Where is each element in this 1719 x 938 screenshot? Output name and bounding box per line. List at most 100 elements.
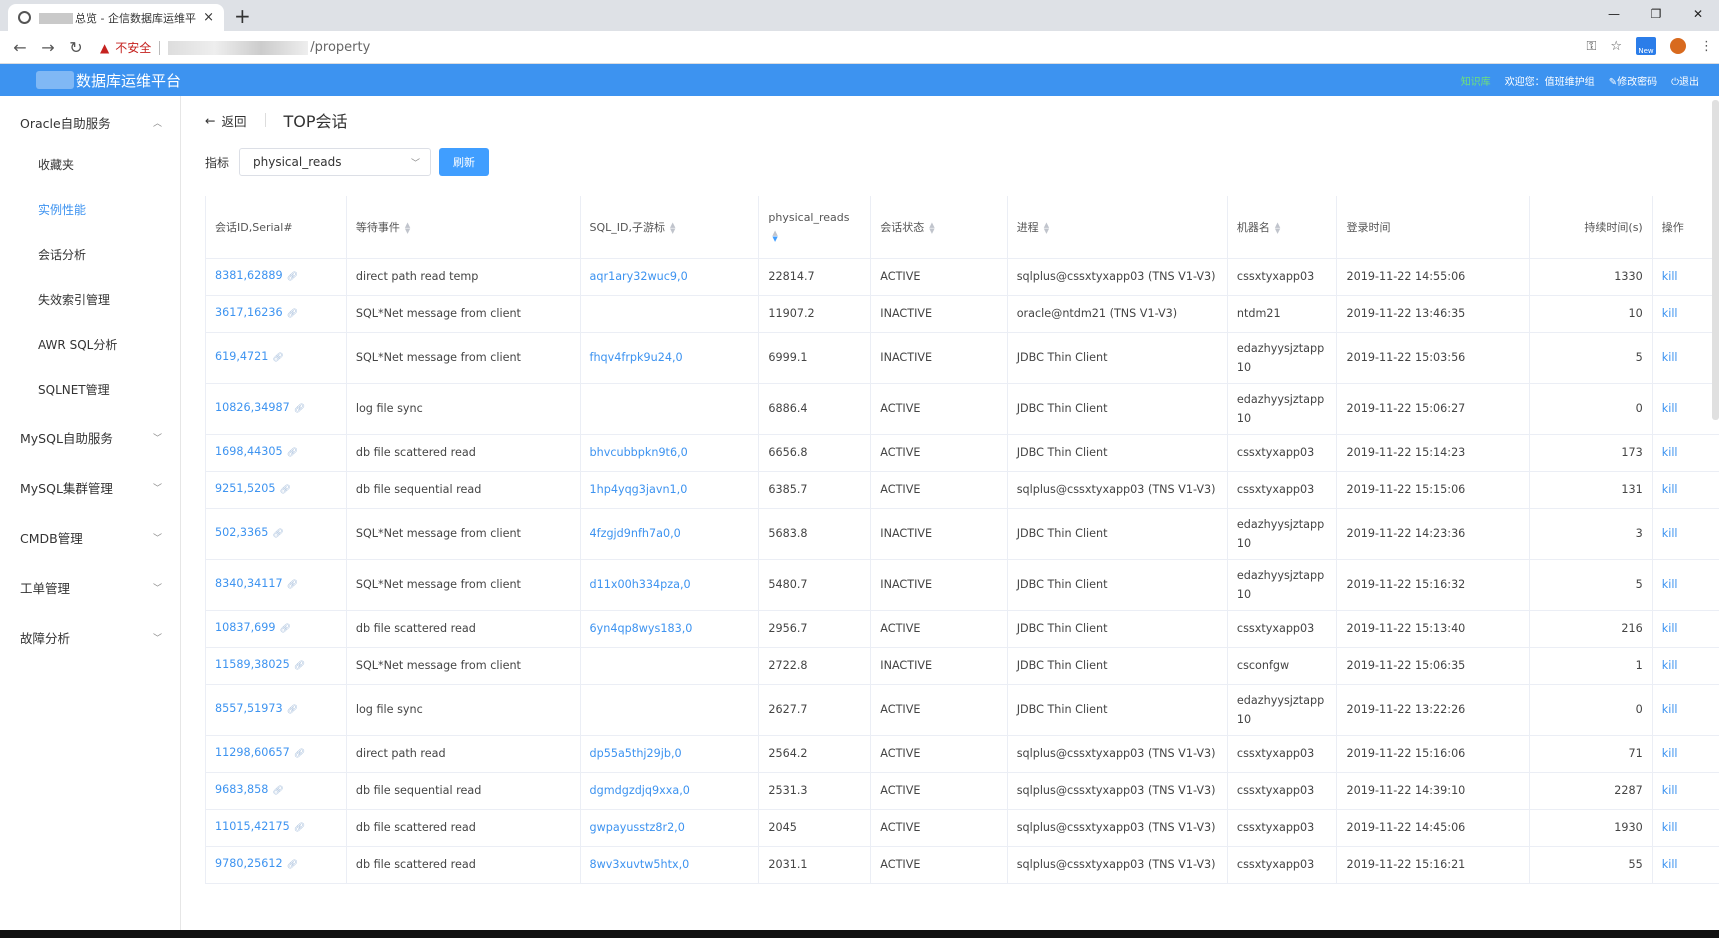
- menu-group-work-order[interactable]: 工单管理 ﹀: [0, 562, 180, 612]
- url-field[interactable]: ▲ 不安全 /property: [100, 35, 1579, 60]
- menu-group-mysql-cluster[interactable]: MySQL集群管理 ﹀: [0, 462, 180, 512]
- refresh-button[interactable]: 刷新: [439, 148, 490, 176]
- sort-icon[interactable]: ▲ ▼: [1275, 221, 1280, 234]
- session-id-link[interactable]: 11298,60657: [215, 746, 290, 759]
- logout-link[interactable]: ⏻退出: [1671, 73, 1699, 88]
- back-button[interactable]: ← 返回: [205, 111, 247, 130]
- change-password-link[interactable]: ✎修改密码: [1609, 73, 1657, 88]
- menu-item-favorites[interactable]: 收藏夹: [0, 142, 180, 187]
- link-icon[interactable]: 🔗︎: [272, 786, 283, 796]
- col-header-machine[interactable]: 机器名 ▲ ▼: [1226, 196, 1338, 259]
- session-id-link[interactable]: 502,3365: [215, 526, 268, 539]
- kill-link[interactable]: kill: [1662, 307, 1678, 320]
- kill-link[interactable]: kill: [1662, 446, 1678, 459]
- sql-id-link[interactable]: dp55a5thj29jb,0: [590, 747, 682, 760]
- sort-icon[interactable]: ▲ ▼: [1044, 221, 1049, 234]
- menu-group-cmdb[interactable]: CMDB管理 ﹀: [0, 512, 180, 562]
- sql-id-link[interactable]: gwpayusstz8r2,0: [590, 821, 685, 834]
- col-header-wait-event[interactable]: 等待事件 ▲ ▼: [345, 196, 581, 259]
- link-icon[interactable]: 🔗︎: [287, 705, 298, 715]
- session-id-link[interactable]: 8340,34117: [215, 577, 283, 590]
- sql-id-link[interactable]: 6yn4qp8wys183,0: [590, 622, 693, 635]
- kill-link[interactable]: kill: [1662, 858, 1678, 871]
- col-header-process[interactable]: 进程 ▲ ▼: [1006, 196, 1228, 259]
- session-id-link[interactable]: 619,4721: [215, 350, 268, 363]
- knowledge-base-link[interactable]: 知识库: [1461, 73, 1491, 88]
- key-icon[interactable]: ⚿: [1586, 39, 1596, 54]
- menu-item-session-analysis[interactable]: 会话分析: [0, 232, 180, 277]
- session-id-link[interactable]: 8557,51973: [215, 702, 283, 715]
- restore-icon[interactable]: ❐: [1635, 0, 1677, 28]
- menu-dots-icon[interactable]: ⋮: [1700, 39, 1713, 54]
- sql-id-link[interactable]: 4fzgjd9nfh7a0,0: [590, 527, 681, 540]
- sort-desc-active-icon[interactable]: ▲ ▼: [772, 230, 777, 243]
- sql-id-link[interactable]: d11x00h334pza,0: [590, 578, 691, 591]
- link-icon[interactable]: 🔗︎: [287, 309, 298, 319]
- close-window-icon[interactable]: ✕: [1677, 0, 1719, 28]
- back-arrow-icon[interactable]: ←: [6, 38, 34, 57]
- extension-fox-icon[interactable]: [1670, 38, 1686, 54]
- link-icon[interactable]: 🔗︎: [287, 860, 298, 870]
- link-icon[interactable]: 🔗︎: [294, 404, 305, 414]
- forward-arrow-icon[interactable]: →: [34, 38, 62, 57]
- sql-id-link[interactable]: 8wv3xuvtw5htx,0: [590, 858, 690, 871]
- link-icon[interactable]: 🔗︎: [287, 272, 298, 282]
- sql-id-link[interactable]: aqr1ary32wuc9,0: [590, 270, 688, 283]
- sort-icon[interactable]: ▲ ▼: [670, 221, 675, 234]
- link-icon[interactable]: 🔗︎: [272, 529, 283, 539]
- session-id-link[interactable]: 9251,5205: [215, 482, 276, 495]
- sort-icon[interactable]: ▲ ▼: [929, 221, 934, 234]
- kill-link[interactable]: kill: [1662, 527, 1678, 540]
- kill-link[interactable]: kill: [1662, 703, 1678, 716]
- session-id-link[interactable]: 10837,699: [215, 621, 276, 634]
- menu-item-sqlnet[interactable]: SQLNET管理: [0, 367, 180, 412]
- page-scrollbar[interactable]: [1712, 100, 1719, 420]
- kill-link[interactable]: kill: [1662, 483, 1678, 496]
- menu-item-awr-sql[interactable]: AWR SQL分析: [0, 322, 180, 367]
- sql-id-link[interactable]: bhvcubbpkn9t6,0: [590, 446, 688, 459]
- menu-group-mysql-self-service[interactable]: MySQL自助服务 ﹀: [0, 412, 180, 462]
- kill-link[interactable]: kill: [1662, 821, 1678, 834]
- sort-icon[interactable]: ▲ ▼: [405, 221, 410, 234]
- col-header-sql-id[interactable]: SQL_ID,子游标 ▲ ▼: [579, 196, 760, 259]
- session-id-link[interactable]: 11589,38025: [215, 658, 290, 671]
- link-icon[interactable]: 🔗︎: [272, 353, 283, 363]
- kill-link[interactable]: kill: [1662, 351, 1678, 364]
- sql-id-link[interactable]: dgmdgzdjq9xxa,0: [590, 784, 690, 797]
- kill-link[interactable]: kill: [1662, 270, 1678, 283]
- browser-tab[interactable]: 总览 - 企信数据库运维平台 ×: [8, 4, 224, 31]
- menu-group-oracle[interactable]: Oracle自助服务 ︿: [0, 102, 180, 142]
- session-id-link[interactable]: 8381,62889: [215, 269, 283, 282]
- kill-link[interactable]: kill: [1662, 659, 1678, 672]
- link-icon[interactable]: 🔗︎: [287, 580, 298, 590]
- extension-new-icon[interactable]: New: [1636, 37, 1656, 55]
- kill-link[interactable]: kill: [1662, 402, 1678, 415]
- session-id-link[interactable]: 9780,25612: [215, 857, 283, 870]
- new-tab-button[interactable]: +: [234, 4, 251, 28]
- menu-item-instance-performance[interactable]: 实例性能: [0, 187, 180, 232]
- kill-link[interactable]: kill: [1662, 578, 1678, 591]
- kill-link[interactable]: kill: [1662, 784, 1678, 797]
- col-header-physical-reads[interactable]: physical_reads ▲ ▼: [758, 196, 872, 259]
- col-header-status[interactable]: 会话状态 ▲ ▼: [870, 196, 1008, 259]
- kill-link[interactable]: kill: [1662, 747, 1678, 760]
- menu-group-fault-analysis[interactable]: 故障分析 ﹀: [0, 612, 180, 662]
- menu-item-invalid-index[interactable]: 失效索引管理: [0, 277, 180, 322]
- link-icon[interactable]: 🔗︎: [294, 661, 305, 671]
- metric-select[interactable]: physical_reads ﹀: [239, 148, 432, 176]
- session-id-link[interactable]: 3617,16236: [215, 306, 283, 319]
- session-id-link[interactable]: 11015,42175: [215, 820, 290, 833]
- session-id-link[interactable]: 9683,858: [215, 783, 268, 796]
- session-id-link[interactable]: 10826,34987: [215, 401, 290, 414]
- close-tab-icon[interactable]: ×: [203, 10, 214, 25]
- reload-icon[interactable]: ↻: [62, 38, 90, 57]
- link-icon[interactable]: 🔗︎: [280, 624, 291, 634]
- session-id-link[interactable]: 1698,44305: [215, 445, 283, 458]
- sql-id-link[interactable]: fhqv4frpk9u24,0: [590, 351, 683, 364]
- minimize-icon[interactable]: —: [1593, 0, 1635, 28]
- kill-link[interactable]: kill: [1662, 622, 1678, 635]
- sql-id-link[interactable]: 1hp4yqg3javn1,0: [590, 483, 688, 496]
- link-icon[interactable]: 🔗︎: [294, 749, 305, 759]
- link-icon[interactable]: 🔗︎: [294, 823, 305, 833]
- star-icon[interactable]: ☆: [1610, 39, 1622, 54]
